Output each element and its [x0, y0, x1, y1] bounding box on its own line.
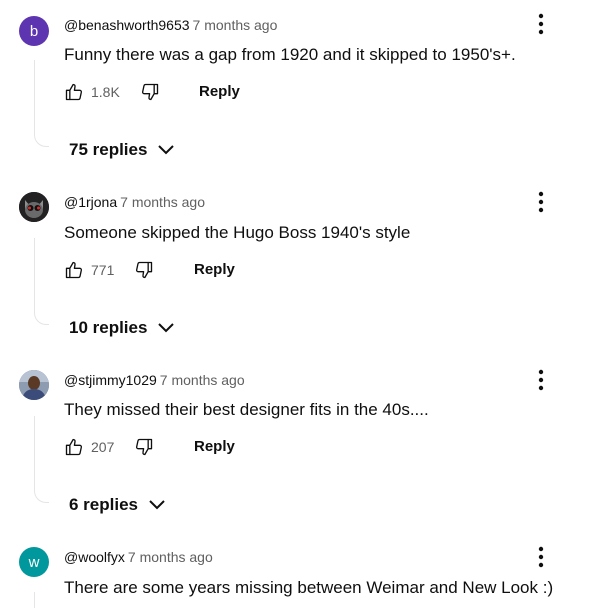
- comment-time[interactable]: 7 months ago: [128, 549, 213, 565]
- dislike-button[interactable]: [132, 258, 156, 282]
- view-replies-button[interactable]: 6 replies: [69, 493, 166, 517]
- chevron-down-icon: [148, 499, 166, 511]
- reply-button[interactable]: Reply: [199, 83, 240, 100]
- like-count: 207: [91, 439, 115, 455]
- thumb-up-icon: [65, 83, 83, 101]
- like-count: 1.8K: [91, 84, 120, 100]
- replies-count: 6 replies: [69, 495, 138, 514]
- comment-text: There are some years missing between Wei…: [64, 578, 554, 597]
- more-options-button[interactable]: [531, 190, 551, 214]
- comment-text: Funny there was a gap from 1920 and it s…: [64, 45, 516, 64]
- comment-time[interactable]: 7 months ago: [193, 17, 278, 33]
- replies-count: 10 replies: [69, 318, 148, 337]
- view-replies-button[interactable]: 75 replies: [69, 138, 175, 162]
- avatar[interactable]: [19, 192, 49, 222]
- chevron-down-icon: [157, 322, 175, 334]
- author-name[interactable]: @benashworth9653: [64, 17, 190, 33]
- dislike-button[interactable]: [138, 80, 162, 104]
- comment-time[interactable]: 7 months ago: [120, 194, 205, 210]
- reply-button[interactable]: Reply: [194, 438, 235, 455]
- avatar[interactable]: b: [19, 16, 49, 46]
- like-count: 771: [91, 262, 115, 278]
- thread-connector: [34, 238, 49, 325]
- comment-toolbar: 207: [62, 435, 156, 459]
- more-options-button[interactable]: [531, 12, 551, 36]
- comment-header: @stjimmy1029 7 months ago: [64, 372, 245, 388]
- avatar-letter: b: [29, 22, 39, 40]
- reply-button[interactable]: Reply: [194, 261, 235, 278]
- comment-header: @woolfyx 7 months ago: [64, 549, 213, 565]
- chevron-down-icon: [157, 144, 175, 156]
- thread-connector: [34, 60, 49, 147]
- thread-connector: [34, 416, 49, 503]
- more-vert-icon: [538, 191, 544, 213]
- avatar[interactable]: w: [19, 547, 49, 577]
- comment-header: @benashworth9653 7 months ago: [64, 17, 277, 33]
- thread-connector: [34, 592, 35, 608]
- like-button[interactable]: [62, 80, 86, 104]
- author-name[interactable]: @1rjona: [64, 194, 117, 210]
- thumb-up-icon: [65, 438, 83, 456]
- comment-header: @1rjona 7 months ago: [64, 194, 205, 210]
- thumb-down-icon: [136, 438, 153, 456]
- author-name[interactable]: @stjimmy1029: [64, 372, 157, 388]
- avatar-image: [19, 370, 49, 400]
- avatar[interactable]: [19, 370, 49, 400]
- more-vert-icon: [538, 369, 544, 391]
- like-button[interactable]: [62, 258, 86, 282]
- like-button[interactable]: [62, 435, 86, 459]
- dislike-button[interactable]: [132, 435, 156, 459]
- author-name[interactable]: @woolfyx: [64, 549, 125, 565]
- replies-count: 75 replies: [69, 140, 148, 159]
- thumb-down-icon: [141, 83, 158, 101]
- more-vert-icon: [538, 546, 544, 568]
- comment-time[interactable]: 7 months ago: [160, 372, 245, 388]
- thumb-down-icon: [136, 261, 153, 279]
- thumb-up-icon: [65, 261, 83, 279]
- view-replies-button[interactable]: 10 replies: [69, 316, 175, 340]
- comment-toolbar: 771: [62, 258, 156, 282]
- more-options-button[interactable]: [531, 368, 551, 392]
- more-vert-icon: [538, 13, 544, 35]
- avatar-image: [19, 192, 49, 222]
- comment-text: Someone skipped the Hugo Boss 1940's sty…: [64, 223, 411, 242]
- comment-toolbar: 1.8K: [62, 80, 162, 104]
- avatar-letter: w: [28, 553, 40, 571]
- comment-text: They missed their best designer fits in …: [64, 400, 429, 419]
- more-options-button[interactable]: [531, 545, 551, 569]
